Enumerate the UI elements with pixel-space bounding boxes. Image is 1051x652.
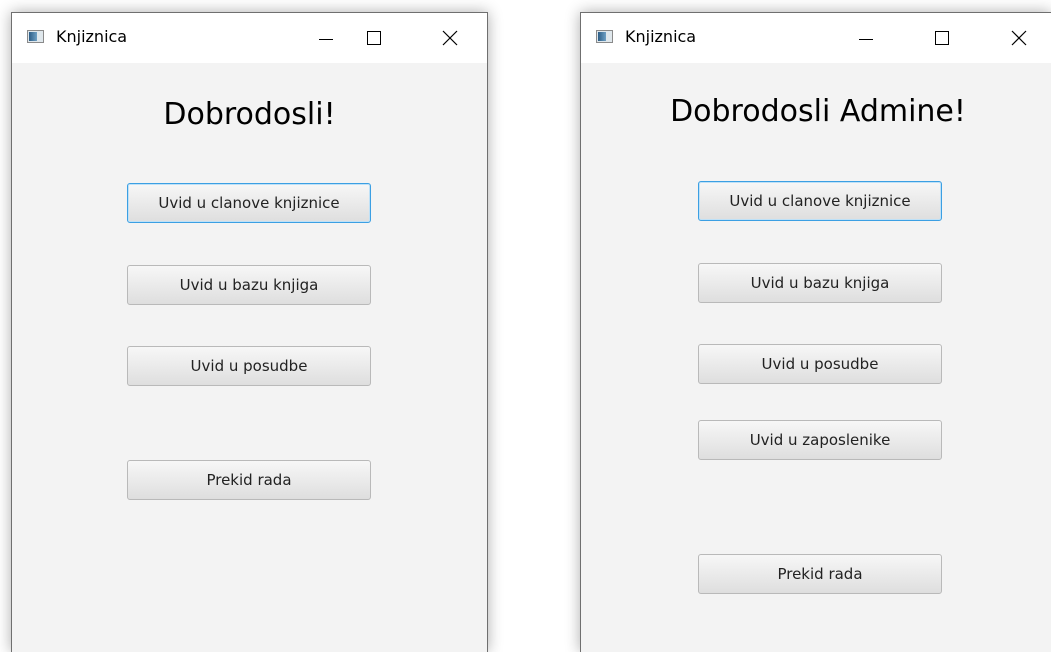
members-button[interactable]: Uvid u clanove knjiznice (127, 183, 371, 223)
maximize-icon (935, 31, 949, 45)
window-admin: Knjiznica Dobrodosli Admine! Uvid u clan… (580, 12, 1051, 652)
welcome-heading: Dobrodosli Admine! (670, 94, 966, 129)
exit-button[interactable]: Prekid rada (698, 554, 942, 594)
loans-button[interactable]: Uvid u posudbe (698, 344, 942, 384)
books-button[interactable]: Uvid u bazu knjiga (127, 265, 371, 305)
close-icon (1011, 30, 1027, 46)
window-member: Knjiznica Dobrodosli! Uvid u clanove knj… (11, 12, 488, 652)
minimize-button[interactable] (303, 13, 349, 63)
window-title: Knjiznica (625, 27, 697, 46)
maximize-button[interactable] (351, 13, 397, 63)
employees-button[interactable]: Uvid u zaposlenike (698, 420, 942, 460)
window-title: Knjiznica (56, 27, 128, 46)
title-bar[interactable]: Knjiznica (12, 13, 487, 63)
app-window-icon (596, 30, 613, 43)
loans-button[interactable]: Uvid u posudbe (127, 346, 371, 386)
title-bar[interactable]: Knjiznica (581, 13, 1051, 63)
app-window-icon (27, 30, 44, 43)
close-button[interactable] (996, 13, 1042, 63)
exit-button[interactable]: Prekid rada (127, 460, 371, 500)
maximize-button[interactable] (919, 13, 965, 63)
close-icon (442, 30, 458, 46)
minimize-icon (859, 39, 873, 40)
books-button[interactable]: Uvid u bazu knjiga (698, 263, 942, 303)
close-button[interactable] (427, 13, 473, 63)
minimize-icon (319, 39, 333, 40)
members-button[interactable]: Uvid u clanove knjiznice (698, 181, 942, 221)
minimize-button[interactable] (843, 13, 889, 63)
welcome-heading: Dobrodosli! (163, 97, 336, 132)
maximize-icon (367, 31, 381, 45)
